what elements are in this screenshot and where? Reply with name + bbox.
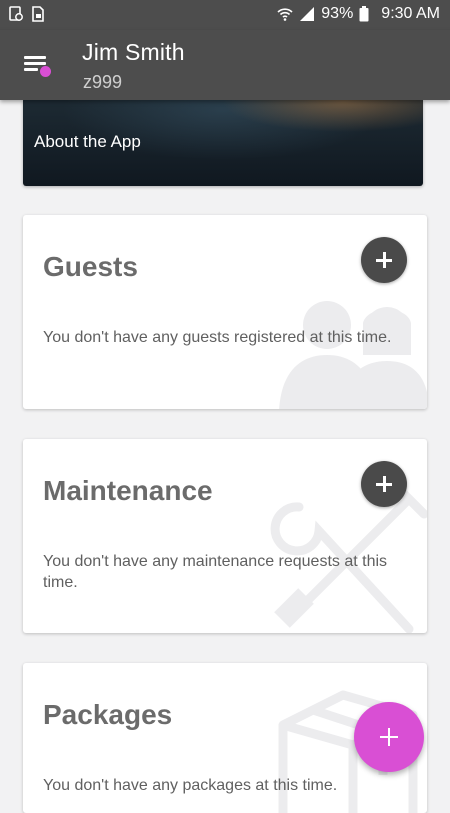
signal-icon — [299, 6, 315, 22]
app-header: Jim Smith z999 — [0, 30, 450, 100]
add-guest-button[interactable] — [361, 237, 407, 283]
battery-percent: 93% — [321, 5, 354, 22]
add-maintenance-button[interactable] — [361, 461, 407, 507]
sim-icon — [30, 6, 46, 22]
guests-title: Guests — [43, 251, 138, 282]
notification-badge — [40, 66, 51, 77]
guests-card: Guests You don't have any guests registe… — [23, 215, 427, 409]
clock: 9:30 AM — [381, 5, 440, 22]
packages-title: Packages — [43, 699, 173, 730]
plus-icon-vertical — [383, 252, 386, 268]
notification-icon — [8, 6, 24, 22]
packages-message: You don't have any packages at this time… — [43, 777, 338, 794]
maintenance-title: Maintenance — [43, 475, 213, 506]
battery-icon — [359, 6, 375, 22]
hamburger-menu-icon[interactable] — [22, 50, 51, 78]
user-name: Jim Smith — [82, 39, 185, 65]
people-icon — [279, 301, 427, 409]
add-fab-button[interactable] — [354, 702, 424, 772]
maintenance-card: Maintenance You don't have any maintenan… — [23, 439, 427, 633]
user-id: z999 — [83, 72, 123, 92]
wifi-icon — [277, 6, 293, 22]
plus-icon-vertical — [388, 728, 390, 746]
maintenance-message: You don't have any maintenance requests … — [43, 553, 388, 591]
about-app-label: About the App — [34, 132, 141, 151]
about-app-card[interactable]: About the App — [23, 100, 423, 186]
status-bar: 93% 9:30 AM — [0, 0, 450, 30]
guests-message: You don't have any guests registered at … — [43, 329, 392, 346]
plus-icon-vertical — [383, 476, 386, 492]
